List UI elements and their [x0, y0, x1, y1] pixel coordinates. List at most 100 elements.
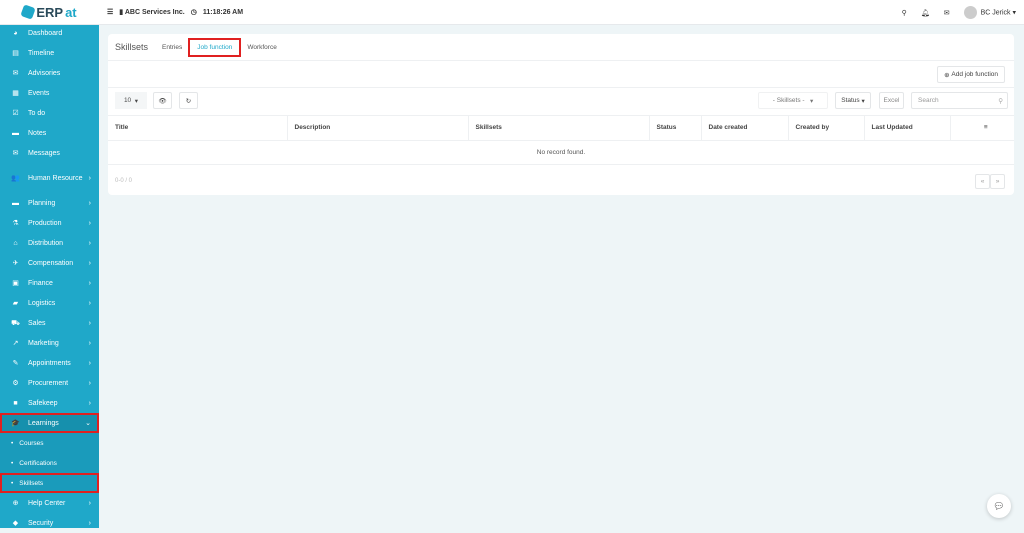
sidebar: ◕ Dashboard ▤ Timeline ✉ Advisories ▦ Events ☑ To…	[0, 25, 99, 528]
sidebar-item-notes[interactable]: ▬ Notes	[0, 123, 99, 143]
refresh-button[interactable]: ↻	[179, 92, 198, 109]
chevron-icon: ›	[88, 239, 91, 247]
skillsets-filter[interactable]: - Skillsets - ▾	[758, 92, 828, 109]
clock-icon: ◷	[190, 9, 197, 16]
sidebar-item-safekeep-icon: ■	[13, 399, 18, 407]
chevron-icon: ›	[88, 379, 91, 387]
avatar	[963, 6, 977, 19]
column-visibility-button[interactable]: 👁︎	[153, 92, 172, 109]
job-function-table: Title Description Skillsets Status Date …	[108, 116, 1014, 165]
chevron-icon: ›	[88, 174, 91, 182]
col-skillsets[interactable]: Skillsets	[468, 116, 650, 141]
chevron-icon: ›	[88, 519, 91, 527]
col-description[interactable]: Description	[287, 116, 469, 141]
sidebar-item-timeline-icon: ▤	[12, 50, 19, 57]
sidebar-item-to-do[interactable]: ☑ To do	[0, 103, 99, 123]
sidebar-item-planning[interactable]: ▬ Planning ›	[0, 193, 99, 213]
sidebar-item-label: Distribution	[28, 239, 64, 247]
sidebar-item-messages[interactable]: ✉ Messages	[0, 143, 99, 163]
sidebar-item-label: Messages	[28, 149, 60, 157]
sidebar-item-help-center-icon: ⊕	[12, 500, 19, 507]
record-count: 0-0 / 0	[115, 177, 133, 184]
col-last-updated[interactable]: Last Updated	[864, 116, 951, 141]
status-filter[interactable]: Status ▾	[835, 92, 871, 109]
page-size-select[interactable]: 10 ▾	[115, 92, 147, 109]
pagination: « »	[975, 173, 1005, 189]
sidebar-item-compensation[interactable]: ✈ Compensation ›	[0, 253, 99, 273]
sidebar-item-security[interactable]: ◆ Security ›	[0, 513, 99, 533]
sidebar-item-marketing-icon: ↗	[12, 340, 19, 347]
col-title[interactable]: Title	[108, 116, 288, 141]
tab-workforce[interactable]: Workforce	[247, 44, 277, 51]
chevron-icon: ›	[88, 299, 91, 307]
sidebar-item-marketing[interactable]: ↗ Marketing ›	[0, 333, 99, 353]
sidebar-item-courses[interactable]: • Courses	[0, 433, 99, 453]
menu-toggle-icon[interactable]: ☰	[107, 8, 113, 16]
chat-button[interactable]: 💬︎	[987, 494, 1011, 518]
excel-button[interactable]: Excel	[879, 92, 904, 109]
logo[interactable]: ERP at	[0, 4, 99, 20]
page-title: Skillsets	[115, 42, 149, 52]
chevron-icon: ›	[88, 359, 91, 367]
sidebar-item-human-resource[interactable]: 👥 Human Resource ›	[0, 163, 99, 193]
top-bar: ERP at ☰ ▮ ABC Services Inc. ◷ 11:18:26 A…	[0, 0, 1024, 25]
mail-icon[interactable]: ✉	[944, 9, 950, 17]
user-menu[interactable]: BC Jerick ▾	[963, 6, 1016, 19]
sidebar-item-distribution[interactable]: ⌂ Distribution ›	[0, 233, 99, 253]
column-options-icon[interactable]: ≡	[950, 116, 1014, 141]
sidebar-item-certifications[interactable]: • Certifications	[0, 453, 99, 473]
logo-mark-icon	[20, 4, 37, 20]
search-placeholder: Search	[918, 97, 939, 104]
sidebar-item-security-icon: ◆	[12, 520, 19, 527]
excel-label: Excel	[883, 97, 900, 104]
sidebar-item-production[interactable]: ⚗ Production ›	[0, 213, 99, 233]
sidebar-item-learnings[interactable]: 🎓 Learnings ⌄	[0, 413, 99, 433]
add-job-function-button[interactable]: ⊕ Add job function	[937, 66, 1005, 83]
logo-text: ERP	[36, 4, 64, 20]
chevron-icon: ›	[88, 499, 91, 507]
sidebar-item-safekeep[interactable]: ■ Safekeep ›	[0, 393, 99, 413]
sidebar-item-label: Finance	[28, 279, 53, 287]
sidebar-item-help-center[interactable]: ⊕ Help Center ›	[0, 493, 99, 513]
sidebar-item-label: Events	[28, 89, 50, 97]
col-created-by[interactable]: Created by	[788, 116, 865, 141]
add-button-label: Add job function	[951, 71, 998, 78]
chevron-icon: ›	[88, 399, 91, 407]
skillsets-card: Skillsets Entries Job function Workforce…	[108, 34, 1014, 195]
col-status[interactable]: Status	[649, 116, 702, 141]
sidebar-item-label: Learnings	[28, 419, 59, 427]
prev-page-button[interactable]: «	[975, 173, 990, 189]
sidebar-item-label: Notes	[28, 129, 47, 137]
sidebar-item-advisories-icon: ✉	[12, 70, 19, 77]
sidebar-item-messages-icon: ✉	[12, 150, 19, 157]
sidebar-item-label: Procurement	[28, 379, 69, 387]
sidebar-item-timeline[interactable]: ▤ Timeline	[0, 43, 99, 63]
sidebar-item-logistics[interactable]: ▰ Logistics ›	[0, 293, 99, 313]
search-input[interactable]: Search ⚲	[911, 92, 1008, 109]
sidebar-item-finance[interactable]: ▣ Finance ›	[0, 273, 99, 293]
sidebar-item-label: Safekeep	[28, 399, 58, 407]
sidebar-item-label: Advisories	[28, 69, 61, 77]
tab-job-function[interactable]: Job function	[188, 37, 242, 57]
sidebar-item-distribution-icon: ⌂	[13, 239, 18, 247]
plus-circle-icon: ⊕	[944, 71, 952, 79]
sidebar-item-finance-icon: ▣	[12, 280, 19, 287]
sidebar-item-dashboard[interactable]: ◕ Dashboard	[0, 23, 99, 43]
sidebar-item-appointments[interactable]: ✎ Appointments ›	[0, 353, 99, 373]
bullet-icon: •	[11, 439, 14, 447]
sidebar-item-advisories[interactable]: ✉ Advisories	[0, 63, 99, 83]
search-icon[interactable]: ⚲	[902, 9, 907, 17]
next-page-button[interactable]: »	[990, 173, 1005, 189]
sidebar-item-sales[interactable]: ⛟ Sales ›	[0, 313, 99, 333]
tab-entries[interactable]: Entries	[162, 44, 182, 51]
sidebar-item-procurement[interactable]: ⚙ Procurement ›	[0, 373, 99, 393]
tab-bar: Skillsets Entries Job function Workforce	[108, 34, 1014, 61]
sidebar-subitem-label: Certifications	[19, 459, 57, 467]
sidebar-item-sales-icon: ⛟	[11, 319, 20, 327]
sidebar-item-dashboard-icon: ◕	[13, 29, 18, 37]
bell-icon[interactable]: 🔔︎	[921, 9, 930, 17]
sidebar-item-events[interactable]: ▦ Events	[0, 83, 99, 103]
col-date-created[interactable]: Date created	[701, 116, 789, 141]
sidebar-item-skillsets[interactable]: • Skillsets	[0, 473, 99, 493]
company-name: ▮ ABC Services Inc.	[119, 9, 185, 16]
